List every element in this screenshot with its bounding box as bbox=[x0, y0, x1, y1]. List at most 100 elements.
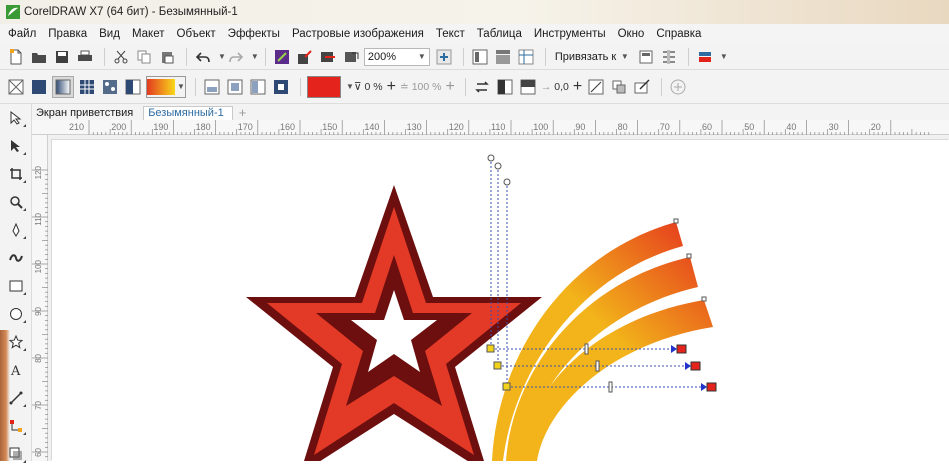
gradient-picker[interactable]: ▼ bbox=[146, 75, 186, 98]
ruler-label: 110 bbox=[491, 122, 505, 132]
layout-dropdown-icon[interactable]: ▼ bbox=[720, 52, 728, 61]
ruler-label: 120 bbox=[34, 165, 43, 179]
coreldraw-app-icon bbox=[6, 5, 20, 19]
snap-to-dropdown[interactable]: Привязать к ▼ bbox=[552, 48, 632, 66]
pick-tool[interactable] bbox=[0, 104, 32, 132]
chevron-down-icon[interactable]: ▼ bbox=[346, 82, 354, 91]
menu-layout[interactable]: Макет bbox=[132, 28, 165, 40]
options-icon[interactable] bbox=[636, 47, 656, 67]
menu-edit[interactable]: Правка bbox=[48, 28, 87, 40]
zoom-level-value: 200% bbox=[367, 50, 396, 63]
menu-bar: Файл Правка Вид Макет Объект Эффекты Рас… bbox=[0, 24, 949, 44]
application-launcher-icon[interactable] bbox=[659, 47, 679, 67]
texture-transparency-icon[interactable] bbox=[100, 77, 120, 97]
redo-dropdown-icon[interactable]: ▼ bbox=[251, 52, 259, 61]
no-transparency-icon[interactable] bbox=[6, 77, 26, 97]
tab-welcome-screen[interactable]: Экран приветствия bbox=[32, 106, 141, 120]
add-preset-icon[interactable] bbox=[668, 77, 688, 97]
ruler-label: 60 bbox=[702, 122, 712, 132]
ruler-label: 70 bbox=[34, 400, 43, 409]
svg-text:A: A bbox=[10, 364, 21, 377]
publish-icon[interactable] bbox=[341, 47, 361, 67]
horizontal-ruler-ticks: 210 200 190 180 170 160 150 140 130 120 110 100 90 80… bbox=[69, 120, 930, 135]
artistic-media-tool[interactable] bbox=[0, 244, 32, 272]
menu-window[interactable]: Окно bbox=[618, 28, 645, 40]
menu-view[interactable]: Вид bbox=[99, 28, 120, 40]
separator bbox=[104, 47, 105, 66]
opacity-value: 100 % bbox=[411, 80, 442, 93]
offset-value: 0,0 bbox=[554, 80, 569, 93]
copy-transparency-icon[interactable] bbox=[609, 77, 629, 97]
plus-icon[interactable]: + bbox=[573, 78, 582, 96]
menu-help[interactable]: Справка bbox=[656, 28, 701, 40]
copy-icon[interactable] bbox=[134, 47, 154, 67]
cut-icon[interactable] bbox=[111, 47, 131, 67]
two-color-transparency-icon[interactable] bbox=[123, 77, 143, 97]
export-icon[interactable] bbox=[295, 47, 315, 67]
zoom-level-combo[interactable]: 200% ▼ bbox=[363, 47, 430, 66]
layout-icon[interactable] bbox=[695, 47, 715, 67]
tab-document[interactable]: Безымянный-1 bbox=[143, 106, 233, 120]
conical-fountain-icon[interactable] bbox=[248, 77, 268, 97]
rectangular-fountain-icon[interactable] bbox=[271, 77, 291, 97]
window-title: CorelDRAW X7 (64 бит) - Безымянный-1 bbox=[24, 6, 238, 18]
ellipse-tool[interactable] bbox=[0, 300, 32, 328]
new-document-icon[interactable] bbox=[6, 47, 26, 67]
menu-tools[interactable]: Инструменты bbox=[534, 28, 606, 40]
edit-transparency-icon[interactable] bbox=[632, 77, 652, 97]
ruler-label: 120 bbox=[449, 122, 464, 132]
open-folder-icon[interactable] bbox=[29, 47, 49, 67]
import-icon[interactable] bbox=[272, 47, 292, 67]
vertical-ruler[interactable]: 120 110 100 90 80 70 60 bbox=[32, 135, 48, 461]
reverse-fill-icon[interactable] bbox=[472, 77, 492, 97]
full-screen-preview-icon[interactable] bbox=[470, 47, 490, 67]
paste-icon[interactable] bbox=[157, 47, 177, 67]
flip-fill-icon[interactable] bbox=[495, 77, 515, 97]
minus-icon[interactable]: + bbox=[445, 78, 454, 96]
elliptical-fountain-icon[interactable] bbox=[225, 77, 245, 97]
menu-object[interactable]: Объект bbox=[177, 28, 216, 40]
shape-tool[interactable] bbox=[0, 132, 32, 160]
undo-icon[interactable] bbox=[193, 47, 213, 67]
zoom-tool[interactable] bbox=[0, 188, 32, 216]
rectangle-tool[interactable] bbox=[0, 272, 32, 300]
menu-effects[interactable]: Эффекты bbox=[228, 28, 280, 40]
show-guidelines-icon[interactable] bbox=[516, 47, 536, 67]
pattern-transparency-icon[interactable] bbox=[77, 77, 97, 97]
opacity-percent[interactable]: ≐ 100 % bbox=[400, 81, 442, 93]
drawing-canvas[interactable] bbox=[48, 135, 949, 461]
horizontal-ruler[interactable]: 210 200 190 180 170 160 150 140 130 120 110 100 90 80… bbox=[32, 120, 949, 135]
linear-fountain-icon[interactable] bbox=[202, 77, 222, 97]
menu-text[interactable]: Текст bbox=[436, 28, 465, 40]
menu-bitmaps[interactable]: Растровые изображения bbox=[292, 28, 424, 40]
ruler-label: 90 bbox=[34, 306, 43, 315]
uniform-transparency-icon[interactable] bbox=[29, 77, 49, 97]
mirror-fill-icon[interactable] bbox=[518, 77, 538, 97]
node-color-swatch[interactable] bbox=[307, 75, 341, 98]
separator bbox=[264, 47, 266, 66]
menu-file[interactable]: Файл bbox=[8, 28, 36, 40]
undo-dropdown-icon[interactable]: ▼ bbox=[218, 52, 226, 61]
offset-field[interactable]: → 0,0 bbox=[541, 81, 569, 93]
redo-icon[interactable] bbox=[226, 47, 246, 67]
ruler-label: 210 bbox=[69, 122, 84, 132]
ruler-label: 110 bbox=[34, 212, 43, 225]
print-icon[interactable] bbox=[75, 47, 95, 67]
separator bbox=[464, 77, 466, 96]
ruler-label: 100 bbox=[34, 259, 43, 273]
save-icon[interactable] bbox=[52, 47, 72, 67]
add-tab-icon[interactable]: + bbox=[235, 105, 247, 120]
plus-icon[interactable]: + bbox=[387, 78, 396, 96]
ruler-label: 180 bbox=[196, 122, 211, 132]
menu-table[interactable]: Таблица bbox=[477, 28, 522, 40]
transparency-percent[interactable]: ⊽ 0 % bbox=[354, 81, 383, 93]
chevron-down-icon: ▼ bbox=[177, 82, 185, 91]
show-rulers-icon[interactable] bbox=[493, 47, 513, 67]
fountain-transparency-icon[interactable] bbox=[52, 75, 74, 98]
free-scale-icon[interactable] bbox=[586, 77, 606, 97]
publish-pdf-icon[interactable] bbox=[318, 47, 338, 67]
zoom-to-page-icon[interactable] bbox=[434, 47, 454, 67]
ruler-label: 200 bbox=[111, 122, 126, 132]
freehand-tool[interactable] bbox=[0, 216, 32, 244]
crop-tool[interactable] bbox=[0, 160, 32, 188]
